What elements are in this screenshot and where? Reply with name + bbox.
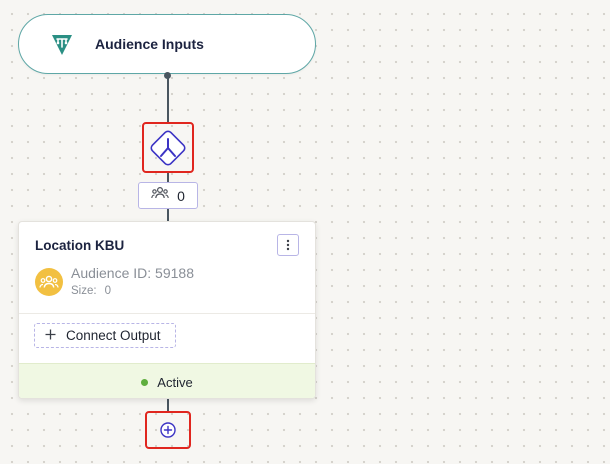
size-label: Size: — [71, 285, 97, 297]
more-options-button[interactable] — [277, 234, 299, 256]
audience-avatar — [35, 268, 63, 296]
people-group-icon — [151, 186, 169, 205]
status-text: Active — [157, 375, 193, 390]
merge-node-button[interactable] — [143, 123, 193, 173]
audience-size: Size: 0 — [71, 285, 111, 297]
add-node-button[interactable] — [145, 411, 191, 449]
merge-branch-icon — [150, 130, 186, 166]
status-bar: Active — [19, 363, 315, 398]
audience-count-badge[interactable]: 0 — [138, 182, 198, 209]
connect-output-button[interactable]: Connect Output — [34, 323, 176, 348]
size-value: 0 — [104, 285, 111, 297]
divider — [19, 313, 315, 314]
funnel-filter-icon — [51, 32, 73, 56]
connector-line — [167, 74, 169, 124]
audience-count: 0 — [177, 187, 185, 204]
connection-anchor — [164, 72, 171, 79]
connect-output-label: Connect Output — [66, 328, 161, 343]
audience-inputs-node[interactable]: Audience Inputs — [18, 14, 316, 74]
node-title: Audience Inputs — [95, 36, 204, 52]
more-vertical-icon — [286, 239, 290, 251]
card-title: Location KBU — [35, 238, 125, 253]
audience-card[interactable]: Location KBU Audience ID: 59188 Size: 0 C… — [18, 221, 316, 399]
audience-id: Audience ID: 59188 — [71, 265, 194, 281]
status-dot — [141, 379, 149, 386]
plus-icon — [45, 328, 56, 344]
plus-circle-icon — [160, 422, 176, 438]
people-group-icon — [39, 275, 59, 288]
